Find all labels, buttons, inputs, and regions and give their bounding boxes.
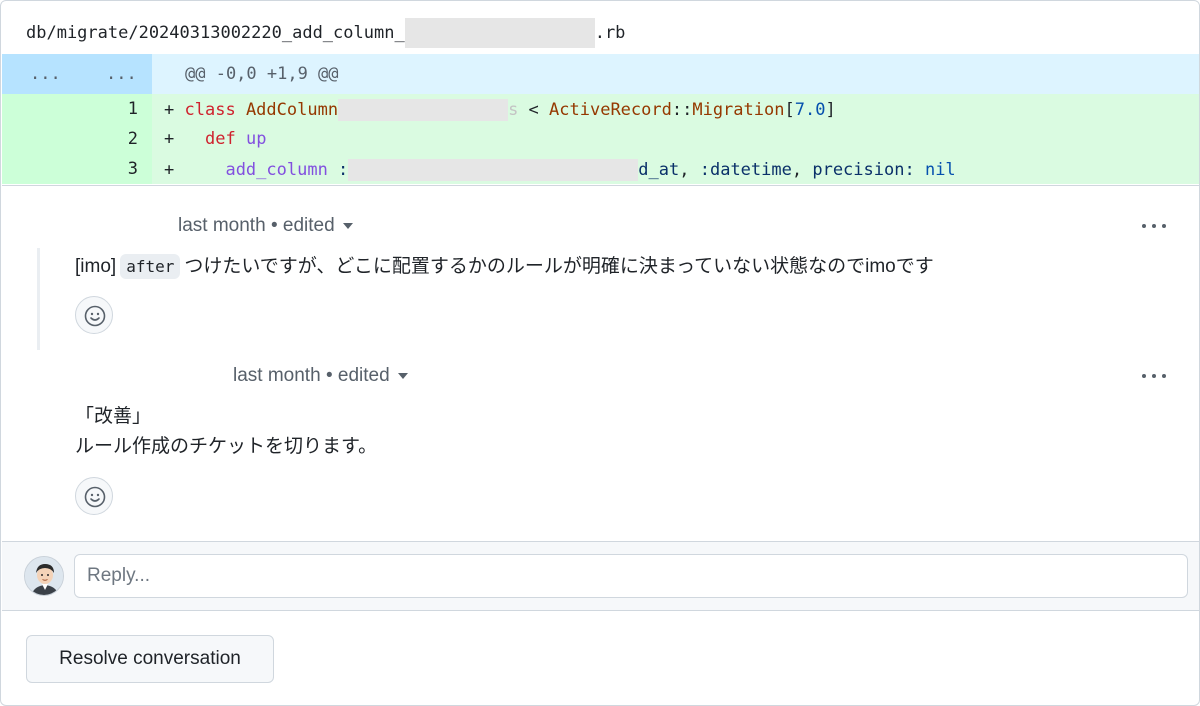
reply-input[interactable] — [74, 554, 1188, 598]
comment-text-line: ルール作成のチケットを切ります。 — [75, 436, 378, 457]
comment-time[interactable]: last month — [233, 365, 321, 386]
code-line: + class AddColumn s < ActiveRecord::Migra… — [164, 99, 836, 121]
line-gutter: 1 — [2, 94, 152, 124]
comment-meta: last month • edited — [233, 365, 408, 387]
line-gutter: 2 — [2, 124, 152, 154]
expand-left-dots[interactable]: ... — [30, 64, 61, 84]
chevron-down-icon — [397, 372, 408, 379]
comment-body: [imo] after つけたいですが、どこに配置するかのルールが明確に決まっていな… — [75, 252, 934, 282]
inline-code: after — [120, 254, 181, 279]
comment-meta: last month • edited — [178, 215, 353, 237]
line-number[interactable]: 2 — [128, 129, 138, 149]
diff-line: 3 + add_column : d_at, :datetime, precisi… — [2, 154, 1199, 184]
kebab-horizontal-icon[interactable] — [1142, 371, 1170, 381]
add-reaction-button[interactable] — [75, 477, 113, 515]
comment-tag: [imo] — [75, 256, 117, 277]
comment-time[interactable]: last month — [178, 215, 266, 236]
redacted-block — [404, 18, 595, 48]
hunk-header-row: ... ... @@ -0,0 +1,9 @@ — [2, 54, 1199, 94]
user-avatar-icon — [25, 557, 63, 595]
add-reaction-button[interactable] — [75, 296, 113, 334]
file-path-prefix: db/migrate/20240313002220_add_column_ — [26, 23, 405, 43]
diff-line: 1 + class AddColumn s < ActiveRecord::Mig… — [2, 94, 1199, 124]
code-line: + add_column : d_at, :datetime, precision… — [164, 159, 956, 181]
smiley-icon — [84, 305, 106, 327]
redacted-block — [348, 159, 639, 181]
meta-dot: • — [325, 365, 333, 386]
chevron-down-icon — [342, 222, 353, 229]
reply-bar — [2, 541, 1199, 611]
line-number[interactable]: 1 — [128, 99, 138, 119]
hunk-gutter: ... ... — [2, 54, 152, 94]
file-header: db/migrate/20240313002220_add_column_ .rb — [2, 2, 1199, 54]
file-path[interactable]: db/migrate/20240313002220_add_column_ .rb — [26, 18, 625, 48]
redacted-block — [338, 99, 509, 121]
diff-snippet: ... ... @@ -0,0 +1,9 @@ 1 + class AddCol… — [2, 54, 1199, 184]
resolve-conversation-button[interactable]: Resolve conversation — [26, 635, 274, 683]
avatar[interactable] — [24, 556, 64, 596]
comment-2: last month • edited 「改善」 ルール作成のチケットを切ります… — [2, 356, 1199, 542]
line-number[interactable]: 3 — [128, 159, 138, 179]
kebab-horizontal-icon[interactable] — [1142, 221, 1170, 231]
comment-thread: last month • edited [imo] after つけたいですが、どこ… — [2, 185, 1199, 542]
line-gutter: 3 — [2, 154, 152, 184]
edited-label: edited — [282, 215, 335, 236]
review-thread-card: db/migrate/20240313002220_add_column_ .rb… — [0, 0, 1200, 706]
comment-text-line: 「改善」 — [75, 406, 152, 427]
meta-dot: • — [270, 215, 278, 236]
comment-body: 「改善」 ルール作成のチケットを切ります。 — [75, 402, 377, 462]
edited-dropdown[interactable]: edited — [338, 365, 408, 386]
comment-text: つけたいですが、どこに配置するかのルールが明確に決まっていない状態なのでimoで… — [184, 256, 934, 277]
smiley-icon — [84, 486, 106, 508]
hunk-header: @@ -0,0 +1,9 @@ — [185, 64, 339, 84]
edited-dropdown[interactable]: edited — [283, 215, 353, 236]
file-path-suffix: .rb — [594, 23, 626, 43]
edited-label: edited — [337, 365, 390, 386]
diff-line: 2 + def up — [2, 124, 1199, 154]
expand-right-dots[interactable]: ... — [106, 64, 137, 84]
code-line: + def up — [164, 129, 267, 149]
comment-1: last month • edited [imo] after つけたいですが、どこ… — [2, 186, 1199, 356]
